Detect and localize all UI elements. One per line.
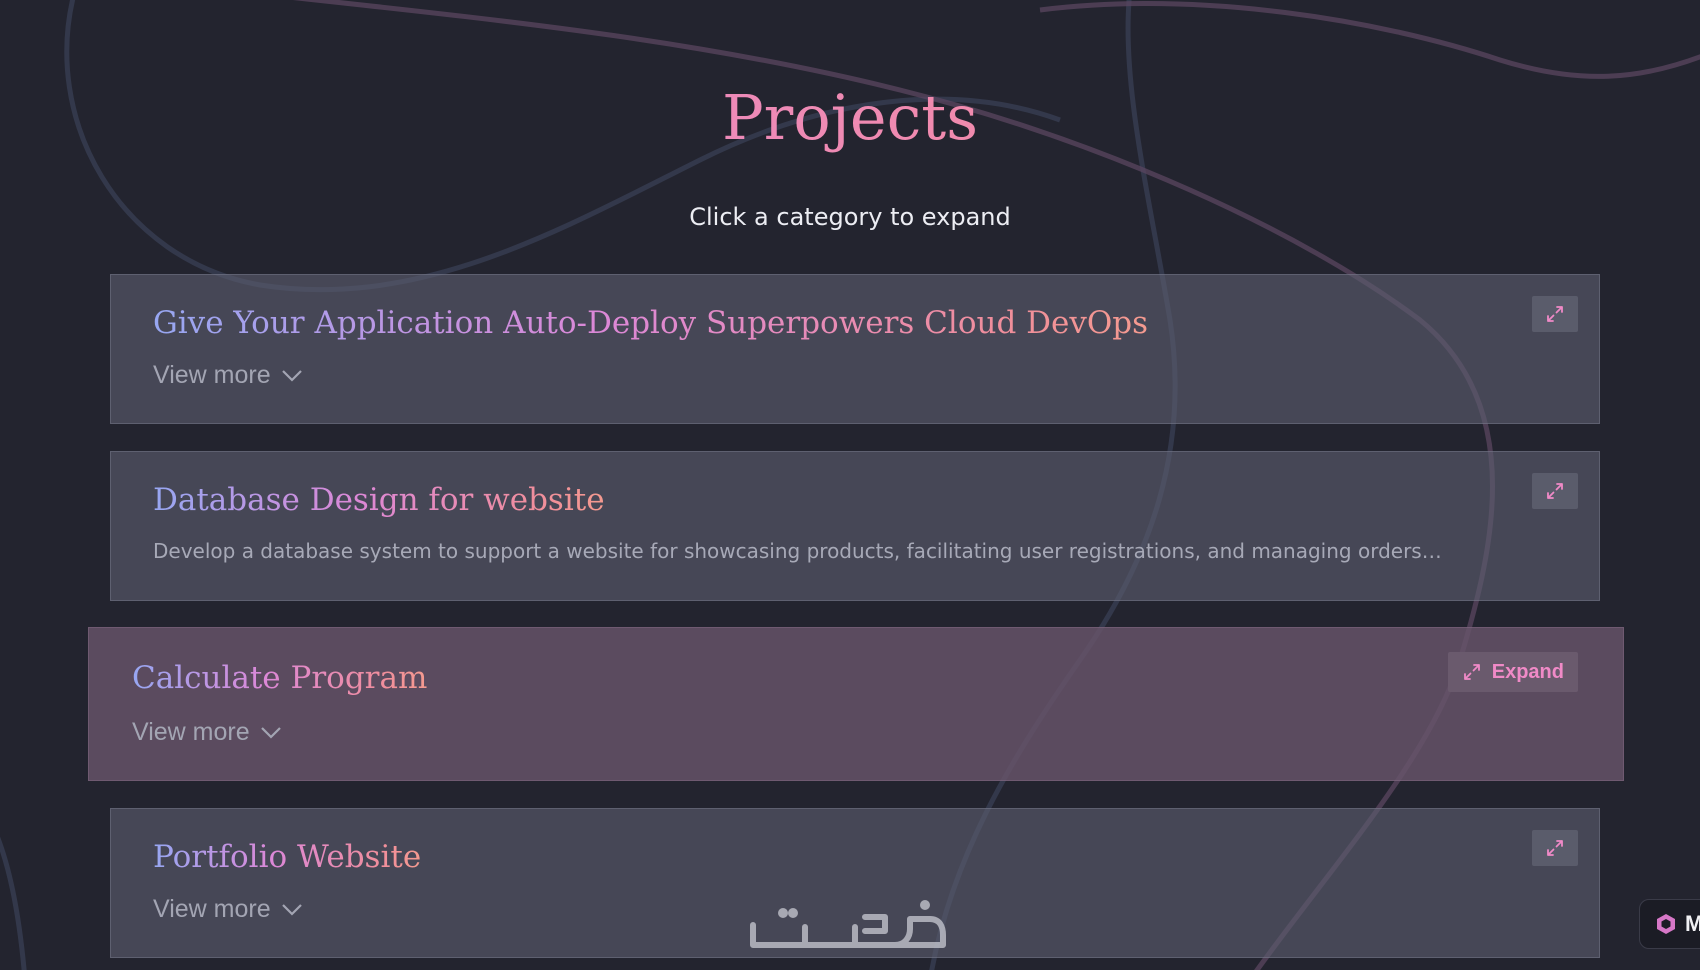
corner-badge-button[interactable]: M (1639, 899, 1700, 949)
expand-arrows-icon (1547, 306, 1563, 322)
page-title: Projects (0, 78, 1700, 158)
expand-arrows-icon (1547, 840, 1563, 856)
expand-button[interactable] (1532, 296, 1578, 332)
expand-button-label: Expand (1491, 660, 1564, 683)
view-more-button[interactable]: View more (153, 895, 303, 924)
view-more-label: View more (153, 895, 271, 923)
project-title: Database Design for website (153, 482, 605, 518)
project-card-database-design[interactable]: Database Design for website Develop a da… (110, 451, 1600, 601)
project-card-cloud-devops[interactable]: Give Your Application Auto-Deploy Superp… (110, 274, 1600, 424)
expand-arrows-icon (1463, 664, 1480, 680)
watermark-logo (750, 900, 946, 948)
page-subtitle: Click a category to expand (689, 203, 1011, 231)
project-title: Give Your Application Auto-Deploy Superp… (153, 305, 1149, 341)
project-title: Portfolio Website (153, 839, 422, 875)
view-more-label: View more (132, 718, 250, 746)
brand-cube-icon (1657, 914, 1675, 934)
expand-button[interactable] (1532, 473, 1578, 509)
chevron-down-icon (281, 369, 302, 382)
project-title: Calculate Program (132, 660, 428, 696)
bg-curve-dark-left (0, 836, 27, 970)
bg-curve-pink-right (1039, 1, 1700, 79)
project-card-calculate-program[interactable]: Calculate Program View more Expand (88, 627, 1624, 781)
projects-page: Projects Click a category to expand Give… (0, 0, 1700, 970)
expand-button[interactable] (1532, 830, 1578, 866)
view-more-label: View more (153, 361, 271, 389)
chevron-down-icon (260, 726, 281, 739)
chevron-down-icon (281, 903, 302, 916)
view-more-button[interactable]: View more (132, 718, 282, 747)
expand-arrows-icon (1547, 483, 1563, 499)
corner-badge-label: M (1685, 911, 1700, 936)
project-description: Develop a database system to support a w… (153, 539, 1442, 563)
view-more-button[interactable]: View more (153, 361, 303, 390)
expand-button[interactable]: Expand (1447, 652, 1578, 692)
